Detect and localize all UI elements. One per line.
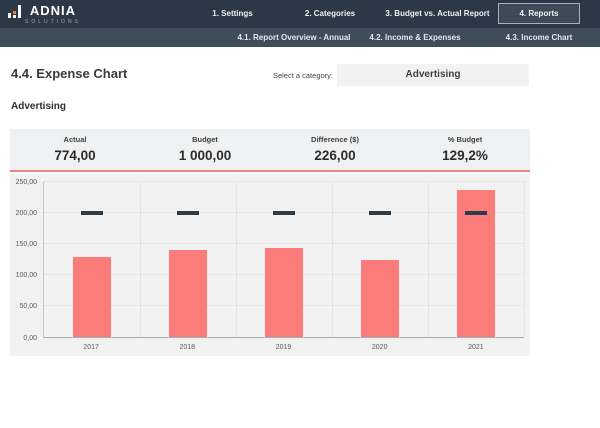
kpi-budget: Budget 1 000,00 — [140, 129, 270, 170]
brand-name: ADNIA — [30, 4, 76, 17]
dashboard-screen: ADNIA SOLUTIONS 1. Settings 2. Categorie… — [0, 0, 600, 428]
kpi-difference: Difference ($) 226,00 — [270, 129, 400, 170]
ytick-50: 50,00 — [19, 303, 37, 310]
subtab-income-expenses[interactable]: 4.2. Income & Expenses — [355, 28, 475, 47]
xtick-2018: 2018 — [167, 344, 207, 351]
expense-bar-chart: 0,0050,00100,00150,00200,00250,00 201720… — [10, 174, 530, 356]
gridline-250 — [44, 181, 524, 182]
ytick-200: 200,00 — [16, 210, 37, 217]
budget-marker-2019 — [273, 211, 295, 215]
tab-reports[interactable]: 4. Reports — [498, 3, 580, 24]
ytick-100: 100,00 — [16, 272, 37, 279]
ytick-150: 150,00 — [16, 241, 37, 248]
kpi-percent-budget-label: % Budget — [400, 135, 530, 144]
kpi-difference-label: Difference ($) — [270, 135, 400, 144]
kpi-actual-value: 774,00 — [10, 148, 140, 163]
kpi-budget-label: Budget — [140, 135, 270, 144]
subtab-income-chart[interactable]: 4.3. Income Chart — [480, 28, 598, 47]
category-select-label: Select a category: — [230, 71, 333, 80]
chart-x-axis-labels: 2017 2018 2019 2020 2021 — [43, 344, 524, 354]
chart-y-axis-labels: 0,0050,00100,00150,00200,00250,00 — [10, 182, 37, 338]
subtab-report-overview-annual[interactable]: 4.1. Report Overview - Annual — [229, 28, 359, 47]
kpi-strip: Actual 774,00 Budget 1 000,00 Difference… — [10, 129, 530, 172]
bar-2019 — [265, 248, 303, 337]
kpi-budget-value: 1 000,00 — [140, 148, 270, 163]
tab-settings[interactable]: 1. Settings — [190, 0, 275, 28]
top-navbar: ADNIA SOLUTIONS 1. Settings 2. Categorie… — [0, 0, 600, 28]
brand-logo: ADNIA SOLUTIONS — [8, 4, 81, 25]
bar-2018 — [169, 250, 207, 337]
budget-marker-2017 — [81, 211, 103, 215]
xtick-2019: 2019 — [264, 344, 304, 351]
gridline-v-2 — [236, 182, 237, 337]
xtick-2020: 2020 — [360, 344, 400, 351]
page-title: 4.4. Expense Chart — [11, 66, 127, 81]
budget-marker-2020 — [369, 211, 391, 215]
budget-marker-2018 — [177, 211, 199, 215]
bar-chart-logo-icon — [8, 5, 21, 18]
chart-plot — [43, 182, 524, 338]
gridline-v-4 — [428, 182, 429, 337]
section-title: Advertising — [11, 101, 66, 112]
kpi-actual-label: Actual — [10, 135, 140, 144]
sub-navbar: 4.1. Report Overview - Annual 4.2. Incom… — [0, 28, 600, 47]
gridline-150 — [44, 243, 524, 244]
gridline-v-3 — [332, 182, 333, 337]
bar-2020 — [361, 260, 399, 337]
ytick-0: 0,00 — [23, 335, 37, 342]
tab-categories[interactable]: 2. Categories — [285, 0, 375, 28]
gridline-v-1 — [140, 182, 141, 337]
kpi-percent-budget: % Budget 129,2% — [400, 129, 530, 170]
kpi-percent-budget-value: 129,2% — [400, 148, 530, 163]
kpi-difference-value: 226,00 — [270, 148, 400, 163]
xtick-2017: 2017 — [71, 344, 111, 351]
tab-budget-vs-actual[interactable]: 3. Budget vs. Actual Report — [380, 0, 495, 28]
brand-tagline: SOLUTIONS — [25, 19, 81, 25]
budget-marker-2021 — [465, 211, 487, 215]
ytick-250: 250,00 — [16, 179, 37, 186]
bar-2017 — [73, 257, 111, 337]
category-select[interactable]: Advertising — [337, 64, 529, 86]
xtick-2021: 2021 — [456, 344, 496, 351]
gridline-v-5 — [524, 182, 525, 337]
kpi-actual: Actual 774,00 — [10, 129, 140, 170]
